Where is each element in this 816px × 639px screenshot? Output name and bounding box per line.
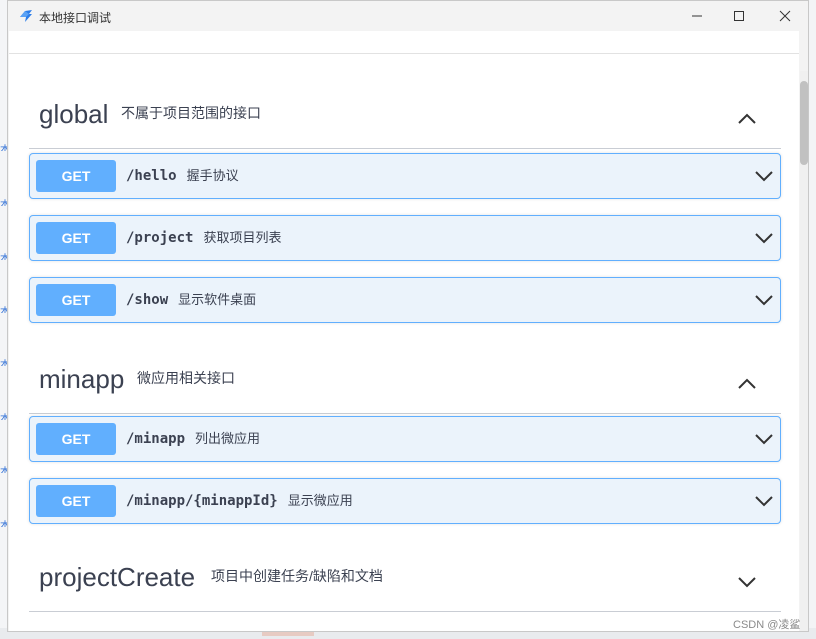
chevron-down-icon — [738, 577, 756, 588]
method-badge: GET — [36, 284, 116, 316]
operation-path: /minapp — [126, 431, 186, 447]
operation-get-project[interactable]: GET /project 获取项目列表 — [29, 215, 781, 261]
section-divider — [29, 148, 781, 149]
section-header-global[interactable]: global 不属于项目范围的接口 — [29, 89, 781, 149]
operation-summary: 显示微应用 — [287, 493, 353, 508]
app-logo-icon — [18, 8, 34, 24]
minimize-button[interactable] — [686, 6, 708, 26]
operation-path-row: /project 获取项目列表 — [126, 216, 281, 260]
chevron-down-icon — [755, 233, 773, 244]
chevron-down-icon — [755, 295, 773, 306]
operation-path-row: /hello 握手协议 — [126, 154, 239, 198]
maximize-button[interactable] — [728, 6, 750, 26]
chevron-up-icon — [738, 113, 756, 124]
vertical-scrollbar[interactable] — [800, 71, 808, 631]
title-bar[interactable]: 本地接口调试 — [8, 1, 808, 31]
api-docs-content: global 不属于项目范围的接口 GET /hello 握手协议 GET /pr… — [9, 54, 799, 631]
operation-summary: 获取项目列表 — [203, 230, 282, 245]
method-badge: GET — [36, 160, 116, 192]
close-icon — [779, 10, 791, 22]
maximize-icon — [734, 11, 744, 21]
operation-path: /hello — [126, 168, 177, 184]
method-badge: GET — [36, 485, 116, 517]
operation-get-hello[interactable]: GET /hello 握手协议 — [29, 153, 781, 199]
section-description: 项目中创建任务/缺陷和文档 — [211, 568, 383, 584]
operation-path-row: /show 显示软件桌面 — [126, 278, 256, 322]
operation-summary: 显示软件桌面 — [178, 292, 257, 307]
chevron-down-icon — [755, 171, 773, 182]
close-button[interactable] — [774, 6, 796, 26]
watermark: CSDN @凌鲨 — [733, 619, 801, 631]
section-divider — [29, 413, 781, 414]
minimize-icon — [692, 15, 702, 17]
chevron-up-icon — [738, 378, 756, 389]
operation-get-show[interactable]: GET /show 显示软件桌面 — [29, 277, 781, 323]
web-viewport: global 不属于项目范围的接口 GET /hello 握手协议 GET /pr… — [8, 31, 808, 631]
operation-summary: 列出微应用 — [195, 431, 261, 446]
method-badge: GET — [36, 222, 116, 254]
scrollbar-thumb[interactable] — [800, 81, 808, 165]
operation-path: /show — [126, 292, 169, 308]
operation-path-row: /minapp/{minappId} 显示微应用 — [126, 479, 353, 523]
operation-summary: 握手协议 — [186, 168, 239, 183]
operation-get-minapp[interactable]: GET /minapp 列出微应用 — [29, 416, 781, 462]
operation-path: /project — [126, 230, 194, 246]
section-header-projectcreate[interactable]: projectCreate 项目中创建任务/缺陷和文档 — [29, 552, 781, 612]
page-top-bar — [9, 31, 799, 54]
background-app-right-edge — [808, 0, 816, 639]
api-debug-window: 本地接口调试 global 不属于项目范围的接口 GET /hello 握手协议 — [7, 0, 809, 632]
operation-get-minapp-by-id[interactable]: GET /minapp/{minappId} 显示微应用 — [29, 478, 781, 524]
chevron-down-icon — [755, 496, 773, 507]
window-title: 本地接口调试 — [39, 11, 112, 25]
section-divider — [29, 611, 781, 612]
section-description: 微应用相关接口 — [137, 370, 235, 386]
section-name: minapp — [39, 364, 125, 394]
section-description: 不属于项目范围的接口 — [121, 105, 261, 121]
section-name: global — [39, 99, 109, 129]
method-badge: GET — [36, 423, 116, 455]
section-header-minapp[interactable]: minapp 微应用相关接口 — [29, 354, 781, 414]
operation-path-row: /minapp 列出微应用 — [126, 417, 260, 461]
operation-path: /minapp/{minappId} — [126, 493, 278, 509]
chevron-down-icon — [755, 434, 773, 445]
section-name: projectCreate — [39, 562, 196, 592]
